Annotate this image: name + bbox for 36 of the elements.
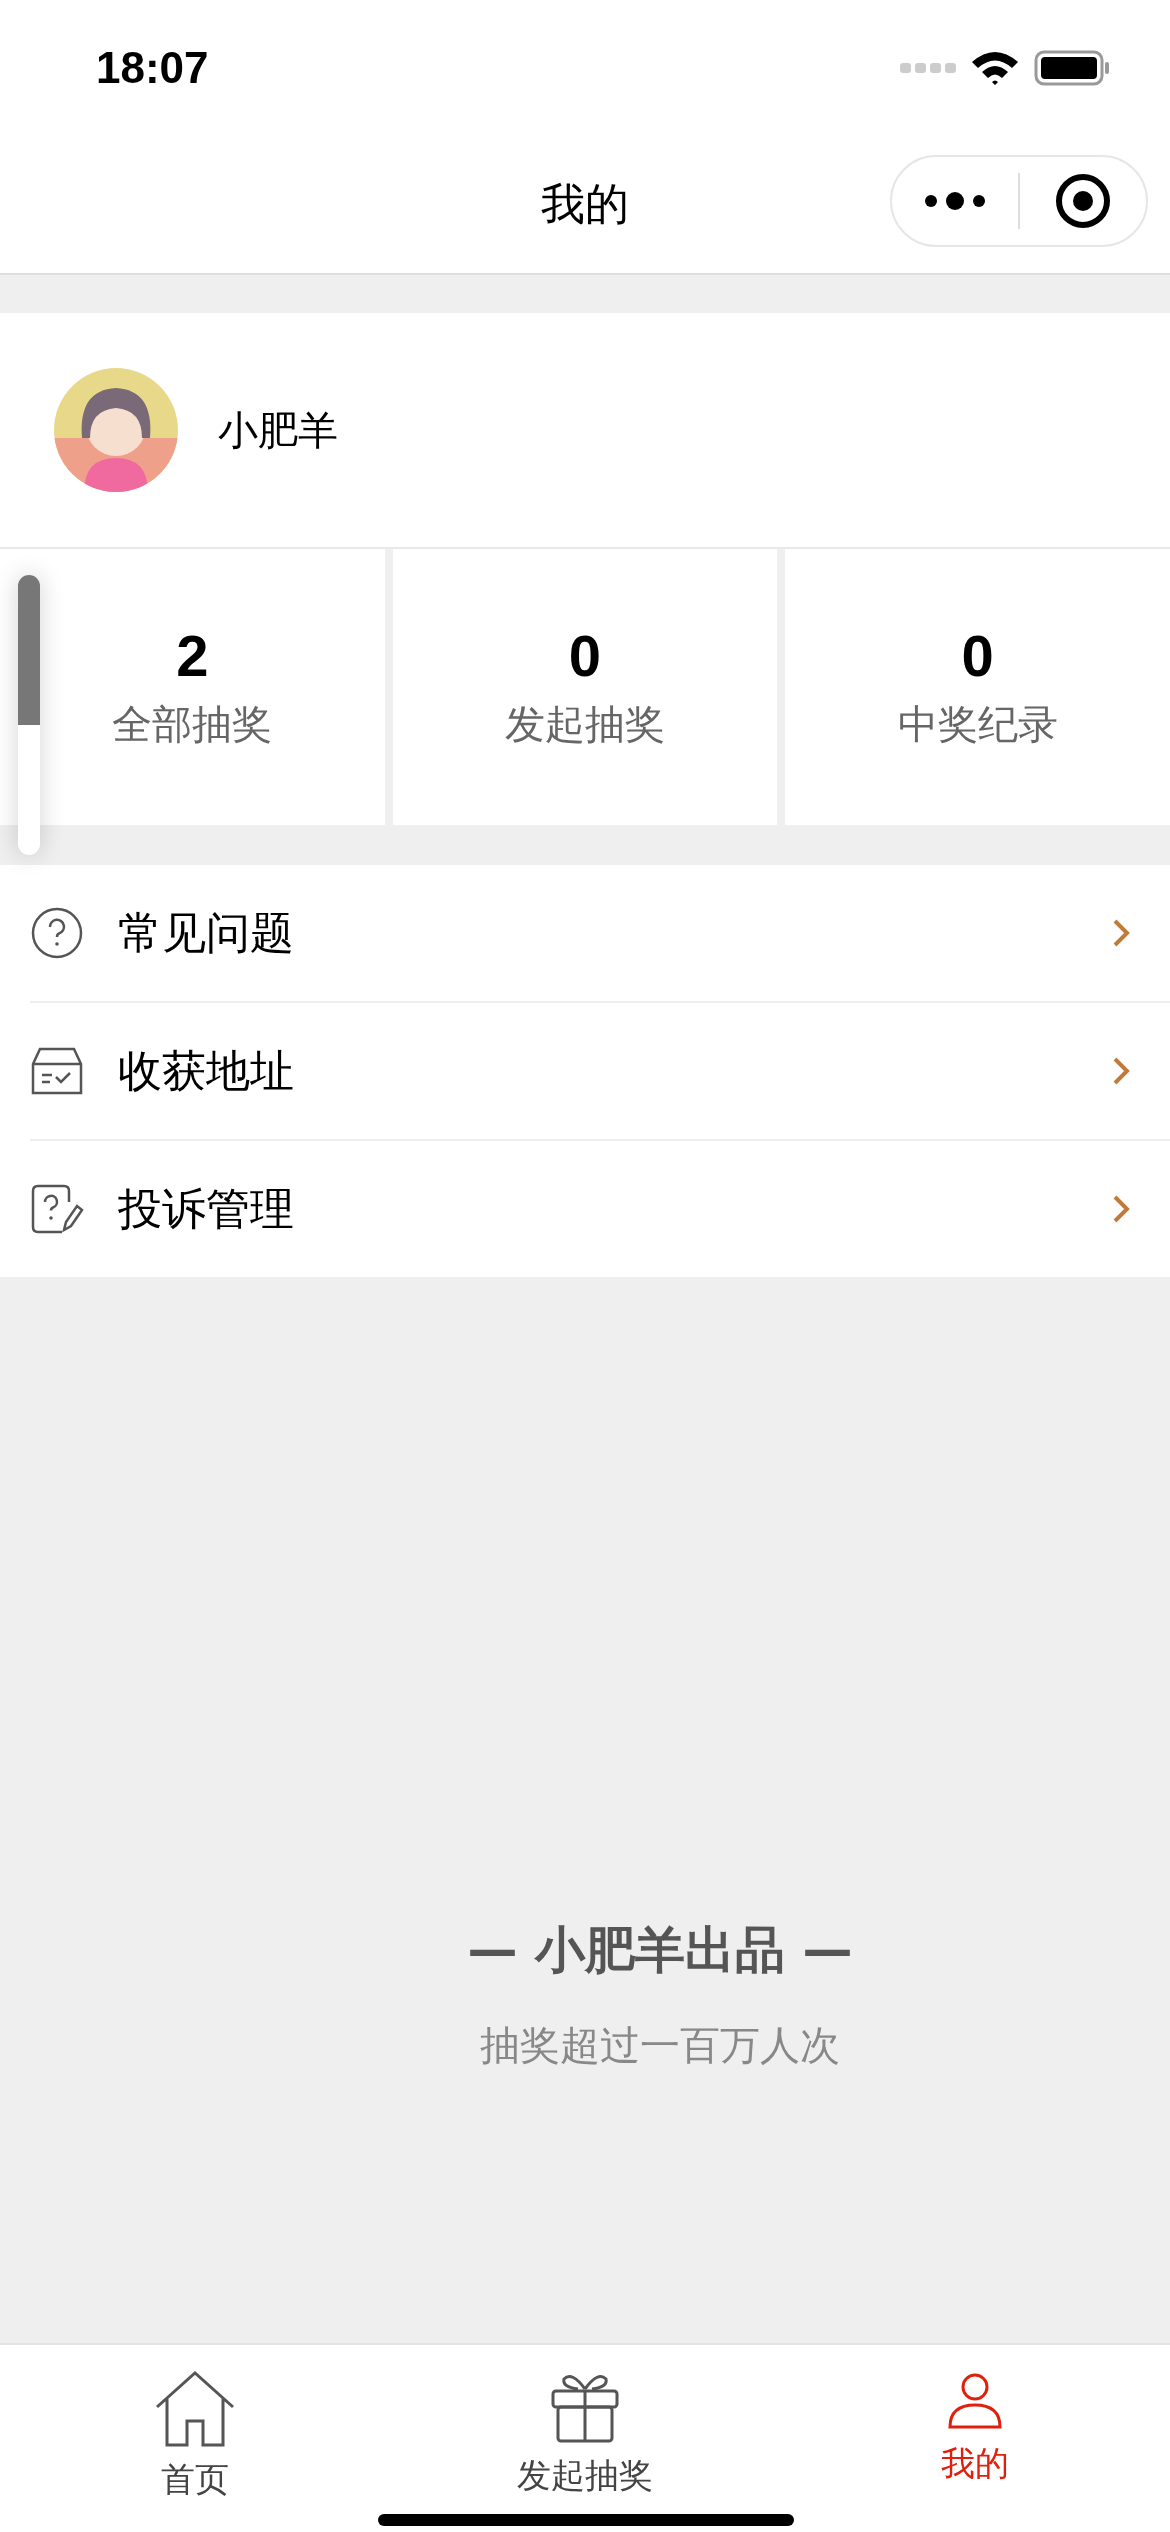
stat-value: 0	[961, 622, 994, 689]
wifi-icon	[970, 49, 1020, 86]
more-icon	[924, 191, 986, 211]
stat-card[interactable]: 0 中奖纪录	[785, 549, 1170, 825]
footer-title: — 小肥羊出品 —	[467, 1920, 853, 1981]
user-name: 小肥羊	[218, 405, 338, 455]
stat-card[interactable]: 0 发起抽奖	[392, 549, 778, 825]
footer-subtitle: 抽奖超过一百万人次	[480, 2021, 840, 2070]
scroll-bar[interactable]	[18, 575, 40, 855]
battery-icon	[1034, 49, 1110, 86]
stat-card[interactable]: 2 全部抽奖	[0, 549, 385, 825]
tab-item[interactable]: 发起抽奖	[390, 2345, 780, 2532]
stat-value: 0	[568, 622, 602, 689]
tab-item[interactable]: 首页	[0, 2345, 390, 2532]
chevron-icon	[1112, 1194, 1130, 1224]
stat-label: 中奖纪录	[897, 700, 1058, 749]
menu-label: 收获地址	[118, 1043, 295, 1098]
signal-icon	[900, 60, 956, 75]
stat-value: 2	[176, 622, 209, 689]
home-icon	[155, 2371, 235, 2447]
person-icon	[947, 2371, 1003, 2431]
menu-item[interactable]: 投诉管理	[30, 1139, 1170, 1277]
status-time: 18:07	[96, 42, 209, 93]
question-pen-icon	[30, 1182, 84, 1236]
chevron-icon	[1112, 1056, 1130, 1086]
stat-label: 发起抽奖	[505, 700, 665, 749]
menu-label: 常见问题	[118, 905, 295, 960]
menu-item[interactable]: 收获地址	[30, 1001, 1170, 1139]
tab-item[interactable]: 我的	[780, 2345, 1170, 2532]
stat-label: 全部抽奖	[112, 700, 273, 749]
page-title: 我的	[541, 176, 629, 231]
menu-label: 投诉管理	[118, 1181, 295, 1236]
chevron-icon	[1112, 918, 1130, 948]
question-circle-icon	[30, 906, 84, 960]
target-icon	[1055, 173, 1111, 229]
menu-item[interactable]: 常见问题	[30, 865, 1170, 1001]
